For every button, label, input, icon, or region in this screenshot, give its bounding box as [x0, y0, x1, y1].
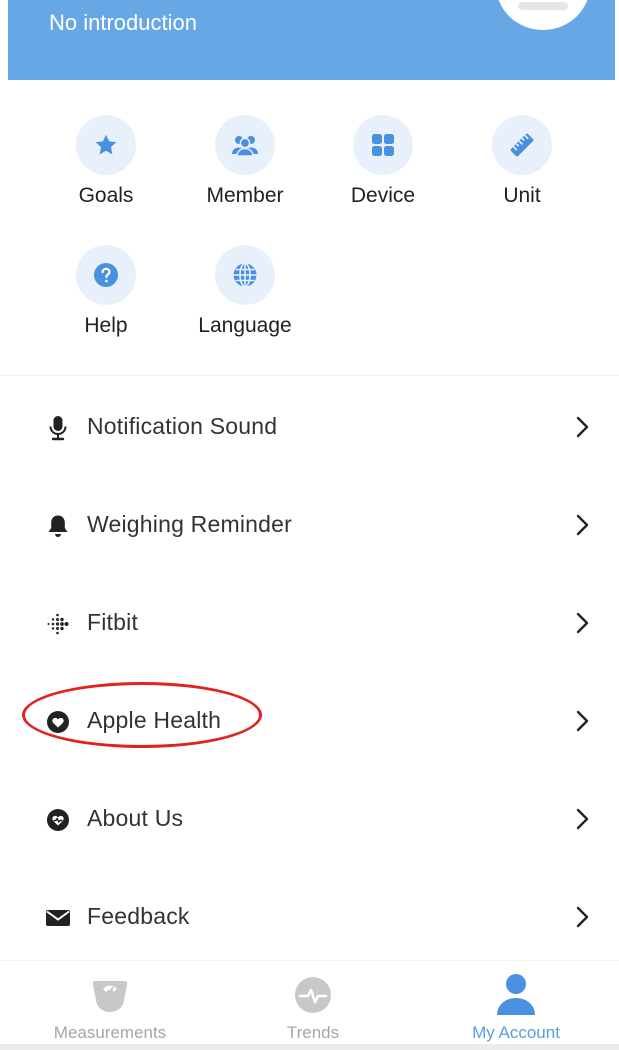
grid-item-help[interactable]: Help	[41, 210, 171, 337]
star-icon	[76, 115, 136, 175]
person-icon	[496, 974, 536, 1015]
tab-bar: Measurements Trends My Account	[0, 960, 619, 1050]
shortcut-grid: Goals Member Device Unit Help Language	[0, 80, 619, 376]
scale-icon	[90, 975, 130, 1015]
grid-item-language[interactable]: Language	[180, 210, 310, 337]
list-item-about-us[interactable]: About Us	[0, 770, 619, 868]
list-item-apple-health[interactable]: Apple Health	[0, 672, 619, 770]
ruler-icon	[492, 115, 552, 175]
grid-item-label: Language	[198, 314, 292, 337]
heart-badge-icon	[44, 806, 72, 834]
fitbit-icon	[44, 610, 72, 638]
list-item-notification-sound[interactable]: Notification Sound	[0, 378, 619, 476]
microphone-icon	[44, 414, 72, 442]
avatar[interactable]	[496, 0, 590, 30]
grid-item-label: Member	[206, 184, 284, 207]
tab-my-account[interactable]: My Account	[413, 961, 619, 1050]
question-icon	[76, 245, 136, 305]
tab-measurements[interactable]: Measurements	[7, 961, 213, 1050]
chevron-right-icon	[576, 808, 589, 830]
bell-icon	[44, 512, 72, 540]
list-item-label: Notification Sound	[87, 413, 278, 439]
heart-circle-icon	[44, 708, 72, 736]
list-item-weighing-reminder[interactable]: Weighing Reminder	[0, 476, 619, 574]
list-item-label: Fitbit	[87, 609, 139, 635]
chevron-right-icon	[576, 906, 589, 928]
home-indicator-bar	[0, 1044, 619, 1050]
grid-item-unit[interactable]: Unit	[457, 80, 587, 207]
envelope-icon	[44, 904, 72, 932]
members-icon	[215, 115, 275, 175]
grid-item-member[interactable]: Member	[180, 80, 310, 207]
chevron-right-icon	[576, 514, 589, 536]
grid-item-label: Goals	[78, 184, 134, 207]
grid-item-goals[interactable]: Goals	[41, 80, 171, 207]
list-item-feedback[interactable]: Feedback	[0, 868, 619, 966]
tab-trends[interactable]: Trends	[210, 961, 416, 1050]
list-item-label: Weighing Reminder	[87, 511, 292, 537]
list-item-label: Apple Health	[87, 707, 222, 733]
tab-label: Trends	[286, 1023, 340, 1042]
chevron-right-icon	[576, 416, 589, 438]
grid-icon	[353, 115, 413, 175]
profile-introduction: No introduction	[49, 10, 197, 35]
grid-item-label: Help	[84, 314, 128, 337]
grid-item-device[interactable]: Device	[318, 80, 448, 207]
grid-item-label: Device	[350, 184, 416, 207]
pulse-icon	[293, 975, 333, 1015]
chevron-right-icon	[576, 710, 589, 732]
grid-item-label: Unit	[503, 184, 541, 207]
tab-label: Measurements	[53, 1023, 167, 1042]
list-item-label: About Us	[87, 805, 184, 831]
list-item-fitbit[interactable]: Fitbit	[0, 574, 619, 672]
globe-icon	[215, 245, 275, 305]
chevron-right-icon	[576, 612, 589, 634]
tab-label: My Account	[472, 1023, 560, 1042]
list-item-label: Feedback	[87, 903, 190, 929]
profile-header[interactable]: No introduction	[8, 0, 615, 80]
